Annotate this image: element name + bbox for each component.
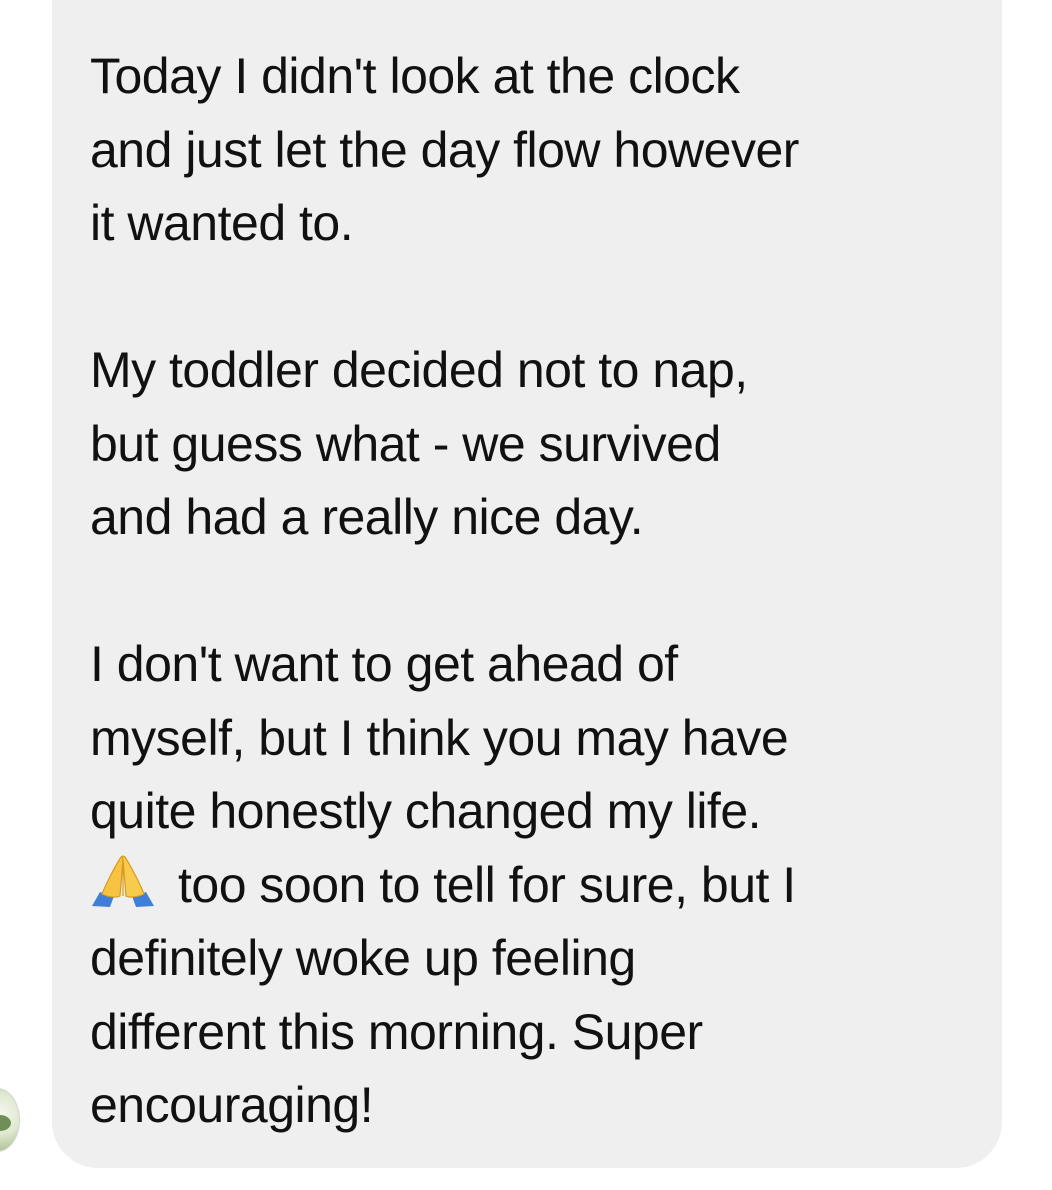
- message-line: different this morning. Super: [90, 1003, 703, 1060]
- message-line: Today I didn't look at the clock: [90, 48, 740, 104]
- message-bubble[interactable]: Today I didn't look at the clock and jus…: [52, 0, 1002, 1168]
- message-line: encouraging!: [90, 1077, 374, 1133]
- folded-hands-icon: [92, 855, 154, 907]
- message-line: I don't want to get ahead of: [90, 636, 678, 692]
- message-line: My toddler decided not to nap,: [90, 342, 748, 398]
- message-line: and had a really nice day.: [90, 489, 644, 545]
- message-line-with-emoji: too soon to tell for sure, but I: [90, 849, 962, 923]
- avatar-image: [0, 1115, 11, 1131]
- message-line: myself, but I think you may have: [90, 709, 789, 766]
- message-paragraph: I don't want to get ahead of myself, but…: [90, 628, 962, 1143]
- message-line: and just let the day flow however: [90, 121, 799, 178]
- message-text: Today I didn't look at the clock and jus…: [90, 40, 962, 1143]
- message-line: it wanted to.: [90, 195, 354, 251]
- message-line: too soon to tell for sure, but I: [178, 856, 796, 913]
- message-line: but guess what - we survived: [90, 415, 721, 472]
- message-line: quite honestly changed my life.: [90, 783, 762, 839]
- message-paragraph: My toddler decided not to nap, but guess…: [90, 334, 962, 555]
- message-line: definitely woke up feeling: [90, 930, 636, 986]
- message-paragraph: Today I didn't look at the clock and jus…: [90, 40, 962, 261]
- sender-avatar[interactable]: [0, 1088, 20, 1152]
